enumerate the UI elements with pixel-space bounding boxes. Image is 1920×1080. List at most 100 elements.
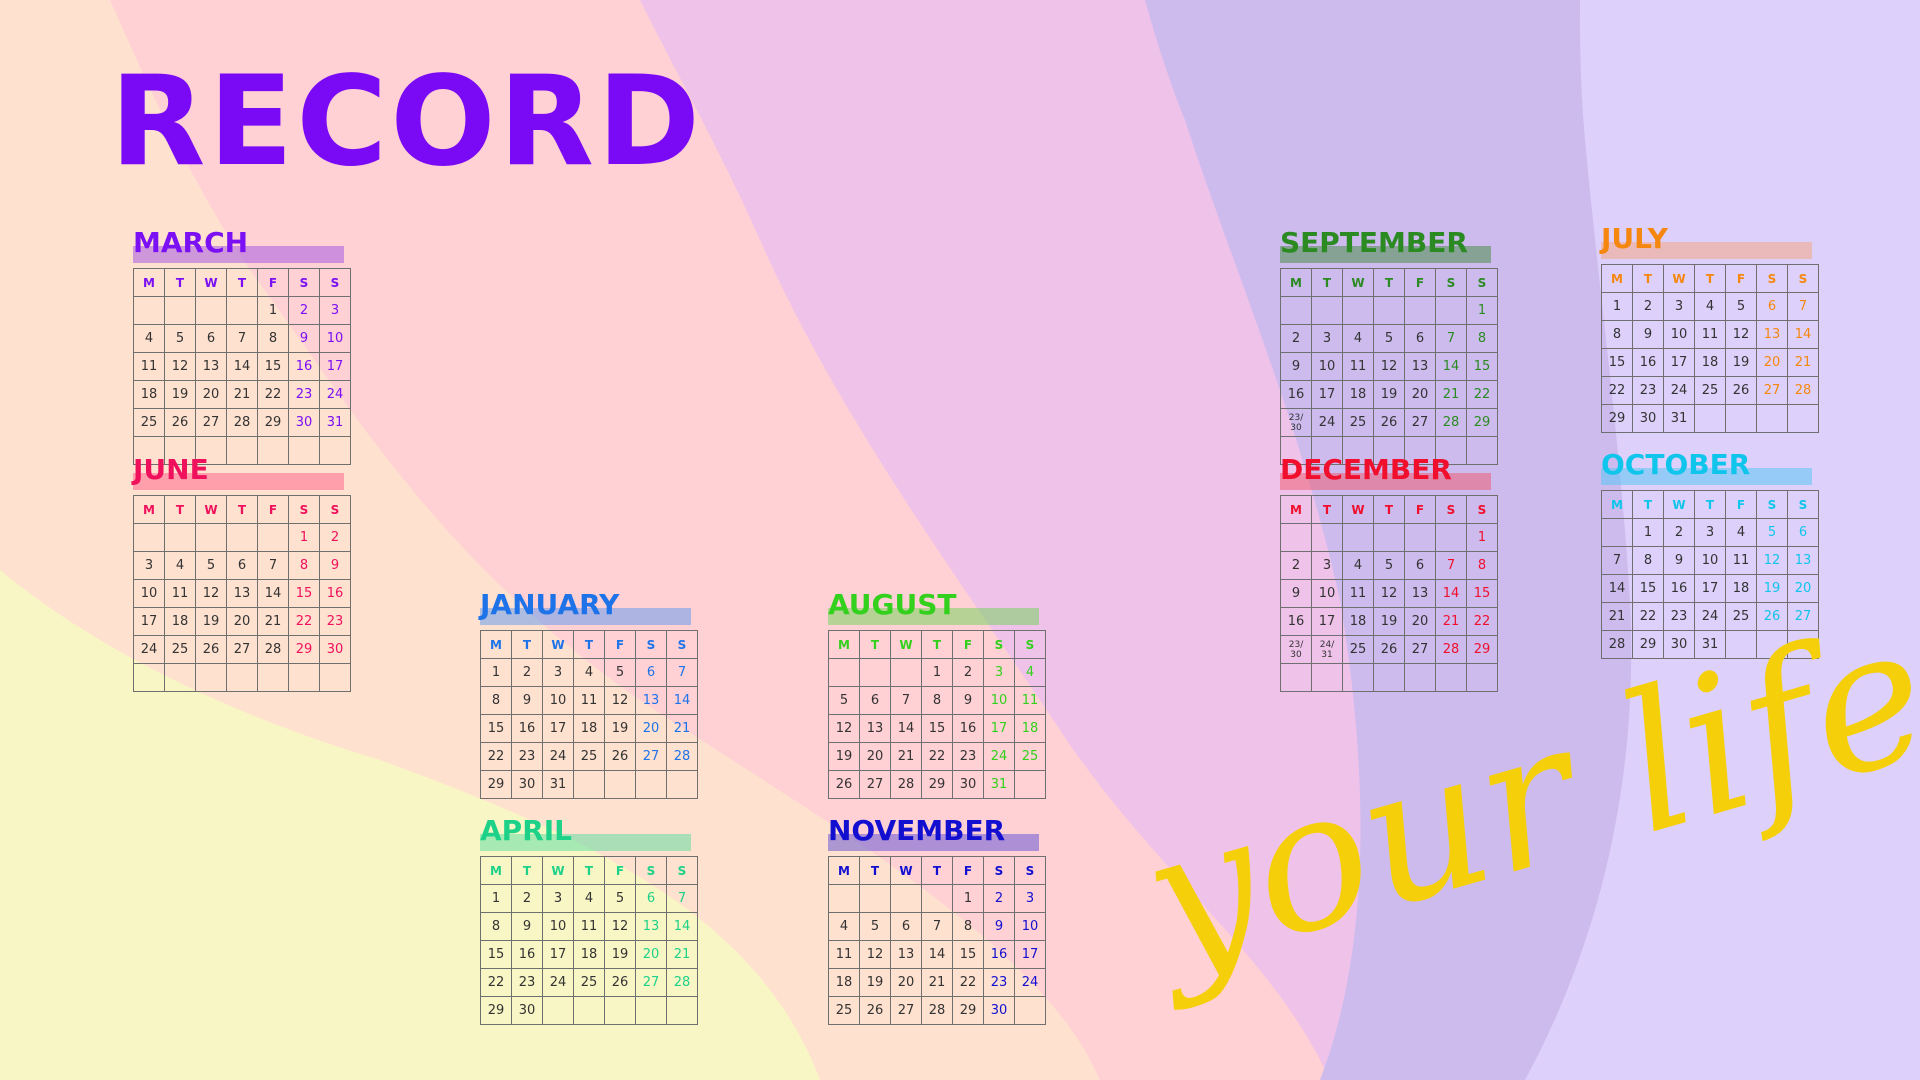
- weekday-header: M: [133, 268, 165, 297]
- day-cell: 2: [1632, 292, 1664, 321]
- day-cell: 21: [1435, 607, 1467, 636]
- day-cell: 27: [1756, 376, 1788, 405]
- day-cell: 8: [1466, 551, 1498, 580]
- day-cell: 1: [480, 658, 512, 687]
- day-cell: [257, 663, 289, 692]
- month-name-july: JULY: [1601, 222, 1668, 255]
- month-header-january: JANUARY: [480, 590, 691, 630]
- day-cell: 11: [1725, 546, 1757, 575]
- calendar-november: NOVEMBER M T W T F S S 1 2 3 4 5 6 7 8 9 10 11 12 13 14 15 16 17…: [828, 816, 1046, 1025]
- week-row: 18 19 20 21 22 23 24: [133, 380, 351, 409]
- day-cell: [1373, 296, 1405, 325]
- weekday-header: M: [480, 856, 512, 885]
- day-cell: 24: [1694, 602, 1726, 631]
- day-cell: 1: [257, 296, 289, 325]
- week-row: 1234567: [480, 658, 698, 687]
- day-cell: 16: [1280, 380, 1312, 409]
- week-row: 15 16 17 18 19 20 21: [480, 940, 698, 969]
- day-cell: 22: [480, 968, 512, 997]
- day-cell: 11: [1694, 320, 1726, 349]
- day-cell: 9: [1280, 352, 1312, 381]
- day-cell: 2: [1663, 518, 1695, 547]
- weekday-header: S: [1787, 264, 1819, 293]
- day-cell: 29: [1466, 635, 1498, 664]
- day-cell: 15: [1601, 348, 1633, 377]
- day-cell: 18: [1014, 714, 1046, 743]
- day-cell: 16: [1663, 574, 1695, 603]
- weekday-header: S: [1466, 495, 1498, 524]
- page-title: RECORD: [110, 50, 704, 194]
- day-cell: 23/30: [1280, 408, 1312, 437]
- day-cell: 8: [1466, 324, 1498, 353]
- weekday-header: S: [1014, 630, 1046, 659]
- weekday-header: T: [1632, 264, 1664, 293]
- day-cell: [666, 770, 698, 799]
- week-row: 22 23 24 25 26 27 28: [480, 968, 698, 997]
- week-row: 12 13 14 15 16 17 18: [828, 714, 1046, 743]
- day-cell: 29: [1632, 630, 1664, 659]
- day-cell: 22: [480, 742, 512, 771]
- week-row: 26 27 28 29 30 31: [828, 770, 1046, 799]
- day-cell: [1014, 996, 1046, 1025]
- day-cell: 15: [480, 940, 512, 969]
- day-cell: [195, 523, 227, 552]
- week-row: 1: [1280, 523, 1498, 552]
- day-cell: 12: [195, 579, 227, 608]
- weekday-header: M: [133, 495, 165, 524]
- day-cell: 19: [859, 968, 891, 997]
- day-cell: [1342, 296, 1374, 325]
- day-cell: 6: [859, 686, 891, 715]
- day-cell: 15: [1466, 579, 1498, 608]
- day-cell: 22: [288, 607, 320, 636]
- day-cell: 9: [983, 912, 1015, 941]
- day-cell: 18: [1725, 574, 1757, 603]
- day-cell: 10: [1311, 579, 1343, 608]
- day-cell: 7: [890, 686, 922, 715]
- weekday-header: T: [859, 856, 891, 885]
- day-cell: 26: [1373, 635, 1405, 664]
- day-cell: [133, 663, 165, 692]
- day-cell: [1014, 770, 1046, 799]
- day-cell: 6: [1787, 518, 1819, 547]
- weekday-header: T: [164, 268, 196, 297]
- day-cell: 12: [604, 686, 636, 715]
- day-cell: [288, 663, 320, 692]
- weekday-header: F: [1725, 490, 1757, 519]
- week-row: 11 12 13 14 15 16 17: [828, 940, 1046, 969]
- day-cell: [226, 663, 258, 692]
- week-row: 123: [828, 884, 1046, 913]
- day-cell: 10: [133, 579, 165, 608]
- day-cell: 19: [1756, 574, 1788, 603]
- weekday-header: S: [1435, 268, 1467, 297]
- day-cell: 27: [226, 635, 258, 664]
- day-cell: [1373, 523, 1405, 552]
- day-cell: 17: [133, 607, 165, 636]
- weekday-header: W: [1663, 264, 1695, 293]
- weekday-header: M: [480, 630, 512, 659]
- day-cell: 22: [1466, 607, 1498, 636]
- day-cell: 23/30: [1280, 635, 1312, 664]
- week-row: 15 16 17 18 19 20 21: [480, 714, 698, 743]
- day-cell: 9: [1663, 546, 1695, 575]
- day-cell: 16: [511, 714, 543, 743]
- month-grid-march: M T W T F S S 1 2 3 4 5 6 7 8 9 10 11 12 13 14 15 16 17 18 19 20 21…: [133, 268, 351, 465]
- week-row: 22 23 24 25 26 27 28: [480, 742, 698, 771]
- day-cell: 31: [983, 770, 1015, 799]
- month-name-august: AUGUST: [828, 588, 957, 621]
- day-cell: [921, 884, 953, 913]
- day-cell: 10: [983, 686, 1015, 715]
- day-cell: 7: [1787, 292, 1819, 321]
- day-cell: 13: [635, 686, 667, 715]
- day-cell: [1756, 630, 1788, 659]
- day-cell: 25: [828, 996, 860, 1025]
- day-cell: 24: [542, 742, 574, 771]
- day-cell: 15: [921, 714, 953, 743]
- day-cell: 12: [859, 940, 891, 969]
- day-cell: 9: [1632, 320, 1664, 349]
- day-cell: 26: [1373, 408, 1405, 437]
- week-row: 123456: [1601, 518, 1819, 547]
- day-cell: 25: [1014, 742, 1046, 771]
- weekday-header: S: [983, 856, 1015, 885]
- month-header-december: DECEMBER: [1280, 455, 1491, 495]
- day-cell: [133, 523, 165, 552]
